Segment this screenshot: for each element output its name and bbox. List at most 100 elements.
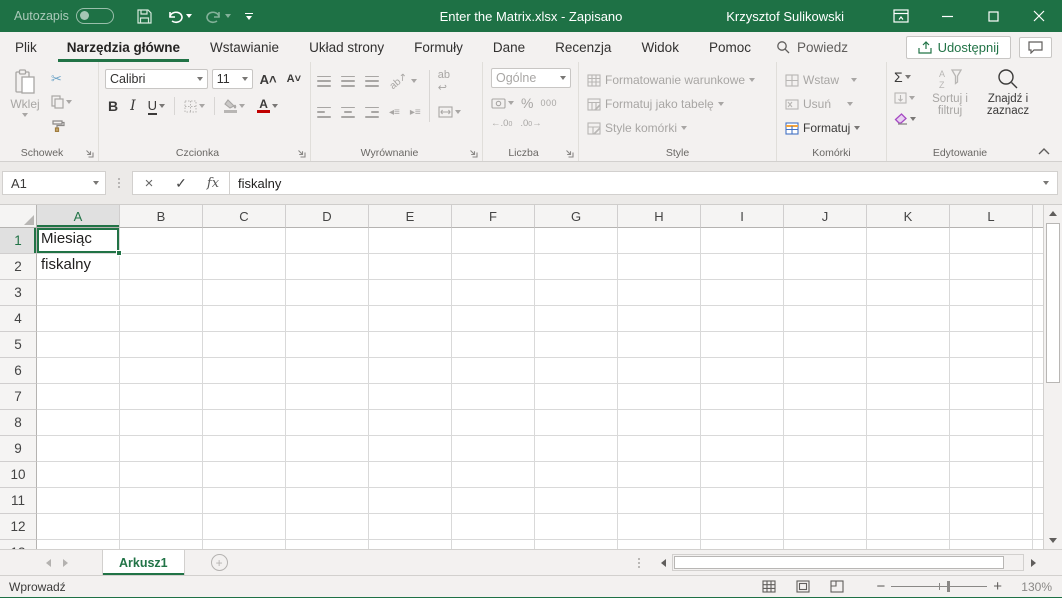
cell-D12[interactable] [286, 514, 369, 540]
alignment-dialog-launcher[interactable] [469, 149, 478, 158]
row-header-4[interactable]: 4 [0, 306, 37, 332]
cell-L6[interactable] [950, 358, 1033, 384]
orientation-button[interactable]: ab↗ [388, 70, 417, 92]
cell-H13[interactable] [618, 540, 701, 549]
row-header-10[interactable]: 10 [0, 462, 37, 488]
cell-M3[interactable] [1033, 280, 1043, 306]
cell-A8[interactable] [37, 410, 120, 436]
align-right-icon[interactable] [365, 106, 379, 118]
cell-M8[interactable] [1033, 410, 1043, 436]
align-center-icon[interactable] [341, 106, 355, 118]
cell-B10[interactable] [120, 462, 203, 488]
delete-cells-button[interactable]: Usuń [785, 94, 878, 114]
cell-G12[interactable] [535, 514, 618, 540]
cell-L10[interactable] [950, 462, 1033, 488]
cell-L1[interactable] [950, 228, 1033, 254]
column-header-J[interactable]: J [784, 205, 867, 228]
vertical-scrollbar[interactable] [1043, 205, 1062, 549]
cell-J10[interactable] [784, 462, 867, 488]
cell-F8[interactable] [452, 410, 535, 436]
format-cells-button[interactable]: Formatuj [785, 118, 878, 138]
cell-C10[interactable] [203, 462, 286, 488]
increase-font-size-button[interactable]: A˄ [257, 68, 280, 90]
previous-sheet-button[interactable] [46, 558, 51, 567]
minimize-button[interactable] [924, 0, 970, 32]
share-button[interactable]: Udostępnij [905, 35, 1011, 59]
clipboard-dialog-launcher[interactable] [85, 149, 94, 158]
cell-F5[interactable] [452, 332, 535, 358]
cell-A6[interactable] [37, 358, 120, 384]
cell-F4[interactable] [452, 306, 535, 332]
cell-H8[interactable] [618, 410, 701, 436]
scroll-up-button[interactable] [1044, 205, 1062, 222]
cell-J13[interactable] [784, 540, 867, 549]
new-sheet-button[interactable]: + [210, 554, 228, 571]
align-left-icon[interactable] [317, 106, 331, 118]
cell-H7[interactable] [618, 384, 701, 410]
column-header-L[interactable]: L [950, 205, 1033, 228]
autosum-button[interactable]: Σ [891, 68, 919, 86]
cell-A11[interactable] [37, 488, 120, 514]
fill-handle[interactable] [116, 250, 122, 256]
cell-A5[interactable] [37, 332, 120, 358]
cell-C13[interactable] [203, 540, 286, 549]
redo-button[interactable] [206, 9, 231, 24]
cell-M6[interactable] [1033, 358, 1043, 384]
formula-bar-splitter[interactable] [118, 178, 120, 188]
hscroll-right-button[interactable] [1024, 550, 1042, 575]
cell-H11[interactable] [618, 488, 701, 514]
cell-G10[interactable] [535, 462, 618, 488]
cell-K9[interactable] [867, 436, 950, 462]
column-header-K[interactable]: K [867, 205, 950, 228]
cell-D9[interactable] [286, 436, 369, 462]
cell-K10[interactable] [867, 462, 950, 488]
normal-view-button[interactable] [752, 580, 786, 593]
tab-dane[interactable]: Dane [478, 32, 540, 62]
cell-J5[interactable] [784, 332, 867, 358]
cell-K1[interactable] [867, 228, 950, 254]
cell-F1[interactable] [452, 228, 535, 254]
cell-F13[interactable] [452, 540, 535, 549]
cell-K5[interactable] [867, 332, 950, 358]
font-family-combobox[interactable]: Calibri [105, 69, 208, 89]
cell-L5[interactable] [950, 332, 1033, 358]
cell-B12[interactable] [120, 514, 203, 540]
cell-M9[interactable] [1033, 436, 1043, 462]
tab-formuly[interactable]: Formuły [399, 32, 478, 62]
decrease-decimal-icon[interactable]: .00→ [520, 118, 541, 129]
accounting-format-button[interactable] [491, 92, 514, 114]
column-header-D[interactable]: D [286, 205, 369, 228]
row-header-5[interactable]: 5 [0, 332, 37, 358]
cell-F6[interactable] [452, 358, 535, 384]
cell-A13[interactable] [37, 540, 120, 549]
cell-L3[interactable] [950, 280, 1033, 306]
cell-D8[interactable] [286, 410, 369, 436]
cell-B1[interactable] [120, 228, 203, 254]
cell-M10[interactable] [1033, 462, 1043, 488]
cell-E6[interactable] [369, 358, 452, 384]
column-header-A[interactable]: A [37, 205, 120, 228]
row-header-6[interactable]: 6 [0, 358, 37, 384]
row-header-3[interactable]: 3 [0, 280, 37, 306]
undo-dropdown-icon[interactable] [185, 14, 192, 18]
format-painter-button[interactable] [48, 114, 75, 136]
cell-B4[interactable] [120, 306, 203, 332]
cancel-entry-button[interactable]: × [133, 172, 165, 194]
tab-wstawianie[interactable]: Wstawianie [195, 32, 294, 62]
cell-M4[interactable] [1033, 306, 1043, 332]
zoom-out-button[interactable]: − [870, 578, 891, 595]
scroll-down-button[interactable] [1044, 532, 1062, 549]
format-as-table-button[interactable]: Formatuj jako tabelę [587, 94, 768, 114]
cell-G11[interactable] [535, 488, 618, 514]
cell-J9[interactable] [784, 436, 867, 462]
cell-I2[interactable] [701, 254, 784, 280]
sheet-tab-arkusz1[interactable]: Arkusz1 [102, 550, 185, 575]
cell-K3[interactable] [867, 280, 950, 306]
column-header-I[interactable]: I [701, 205, 784, 228]
ribbon-display-options-button[interactable] [878, 0, 924, 32]
cell-B9[interactable] [120, 436, 203, 462]
cell-K11[interactable] [867, 488, 950, 514]
cell-I4[interactable] [701, 306, 784, 332]
cell-I11[interactable] [701, 488, 784, 514]
row-header-7[interactable]: 7 [0, 384, 37, 410]
